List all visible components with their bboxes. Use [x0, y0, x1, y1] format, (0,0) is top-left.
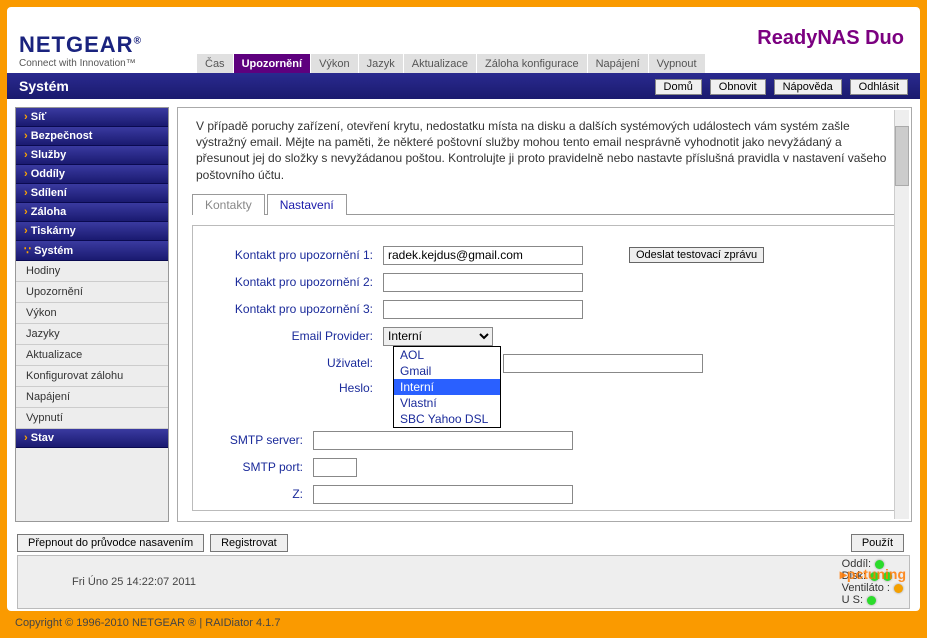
label-contact1: Kontakt pro upozornění 1:: [213, 248, 383, 262]
label-smtp-port: SMTP port:: [213, 460, 313, 474]
copyright: Copyright © 1996-2010 NETGEAR ® | RAIDia…: [5, 613, 922, 633]
top-tab-aktualizace[interactable]: Aktualizace: [404, 54, 476, 73]
provider-dropdown-list[interactable]: AOLGmailInterníVlastníSBC Yahoo DSL: [393, 346, 501, 428]
top-tabs: ČasUpozorněníVýkonJazykAktualizaceZáloha…: [197, 54, 705, 73]
status-timestamp: Fri Úno 25 14:22:07 2011: [24, 576, 244, 588]
sidebar-header[interactable]: Bezpečnost: [16, 127, 168, 146]
status-led-icon: [875, 560, 884, 569]
sidebar-header[interactable]: Sdílení: [16, 184, 168, 203]
sidebar-header[interactable]: Síť: [16, 108, 168, 127]
inner-tab[interactable]: Nastavení: [267, 194, 347, 215]
apply-button[interactable]: Použít: [851, 534, 904, 552]
smtp-port-input[interactable]: [313, 458, 357, 477]
label-user: Uživatel:: [213, 356, 383, 370]
contact3-input[interactable]: [383, 300, 583, 319]
top-tab-jazyk[interactable]: Jazyk: [359, 54, 403, 73]
dropdown-option[interactable]: Interní: [394, 379, 500, 395]
send-test-button[interactable]: Odeslat testovací zprávu: [629, 247, 764, 263]
footer: Přepnout do průvodce nasavením Registrov…: [7, 530, 920, 611]
status-item: U S:: [842, 594, 903, 606]
content-description: V případě poruchy zařízení, otevření kry…: [178, 108, 911, 189]
sidebar-subitem[interactable]: Výkon: [16, 303, 168, 324]
label-smtp-server: SMTP server:: [213, 433, 313, 447]
scrollbar-thumb[interactable]: [895, 126, 909, 186]
content-pane: V případě poruchy zařízení, otevření kry…: [177, 107, 912, 522]
sidebar-subitem[interactable]: Jazyky: [16, 324, 168, 345]
label-contact3: Kontakt pro upozornění 3:: [213, 302, 383, 316]
help-button[interactable]: Nápověda: [774, 79, 842, 95]
app-frame: NETGEAR® Connect with Innovation™ ReadyN…: [5, 5, 922, 613]
scrollbar[interactable]: [894, 110, 909, 519]
main-row: SíťBezpečnostSlužbyOddílySdíleníZálohaTi…: [7, 99, 920, 530]
status-item: Oddíl:: [842, 558, 903, 570]
provider-select[interactable]: Interní: [383, 327, 493, 346]
sidebar-header[interactable]: Systém: [16, 241, 168, 261]
header: NETGEAR® Connect with Innovation™ ReadyN…: [7, 7, 920, 73]
refresh-button[interactable]: Obnovit: [710, 79, 766, 95]
sidebar-subitem[interactable]: Napájení: [16, 387, 168, 408]
top-tab-výkon[interactable]: Výkon: [311, 54, 358, 73]
dropdown-option[interactable]: AOL: [394, 347, 500, 363]
home-button[interactable]: Domů: [655, 79, 702, 95]
label-from: Z:: [213, 487, 313, 501]
sidebar-header[interactable]: Záloha: [16, 203, 168, 222]
top-tab-upozornění[interactable]: Upozornění: [234, 54, 311, 73]
logo: NETGEAR® Connect with Innovation™: [19, 32, 142, 69]
wizard-button[interactable]: Přepnout do průvodce nasavením: [17, 534, 204, 552]
dropdown-option[interactable]: Gmail: [394, 363, 500, 379]
label-contact2: Kontakt pro upozornění 2:: [213, 275, 383, 289]
user-input[interactable]: [503, 354, 703, 373]
sidebar-subitem[interactable]: Konfigurovat zálohu: [16, 366, 168, 387]
brand-tagline: Connect with Innovation™: [19, 58, 142, 69]
smtp-server-input[interactable]: [313, 431, 573, 450]
product-title: ReadyNAS Duo: [757, 27, 904, 50]
sidebar-subitem[interactable]: Aktualizace: [16, 345, 168, 366]
sidebar-subitem[interactable]: Hodiny: [16, 261, 168, 282]
status-led-icon: [870, 572, 879, 581]
page-title: Systém: [19, 78, 651, 94]
label-password: Heslo:: [213, 381, 383, 395]
title-bar: Systém Domů Obnovit Nápověda Odhlásit: [7, 73, 920, 99]
sidebar-header[interactable]: Stav: [16, 429, 168, 448]
form-area: Kontakt pro upozornění 1: Odeslat testov…: [192, 225, 897, 511]
contact1-input[interactable]: [383, 246, 583, 265]
sidebar-header[interactable]: Oddíly: [16, 165, 168, 184]
logout-button[interactable]: Odhlásit: [850, 79, 908, 95]
label-provider: Email Provider:: [213, 329, 383, 343]
top-tab-záloha konfigurace[interactable]: Záloha konfigurace: [477, 54, 587, 73]
dropdown-option[interactable]: SBC Yahoo DSL: [394, 411, 500, 427]
brand-name: NETGEAR: [19, 32, 134, 57]
from-input[interactable]: [313, 485, 573, 504]
inner-tabs: KontaktyNastavení: [192, 193, 897, 215]
top-tab-napájení[interactable]: Napájení: [588, 54, 648, 73]
status-item: Ventiláto :: [842, 582, 903, 594]
contact2-input[interactable]: [383, 273, 583, 292]
register-button[interactable]: Registrovat: [210, 534, 288, 552]
status-led-icon: [894, 584, 903, 593]
sidebar-subitem[interactable]: Upozornění: [16, 282, 168, 303]
dropdown-option[interactable]: Vlastní: [394, 395, 500, 411]
status-item: Disk:: [842, 570, 903, 582]
top-tab-čas[interactable]: Čas: [197, 54, 233, 73]
status-led-icon: [867, 596, 876, 605]
top-tab-vypnout[interactable]: Vypnout: [649, 54, 705, 73]
sidebar: SíťBezpečnostSlužbyOddílySdíleníZálohaTi…: [15, 107, 169, 522]
sidebar-header[interactable]: Tiskárny: [16, 222, 168, 241]
status-led-icon: [883, 572, 892, 581]
sidebar-subitem[interactable]: Vypnutí: [16, 408, 168, 429]
status-bar: Fri Úno 25 14:22:07 2011 Oddíl: Disk: Ve…: [17, 555, 910, 609]
inner-tab[interactable]: Kontakty: [192, 194, 265, 215]
sidebar-header[interactable]: Služby: [16, 146, 168, 165]
